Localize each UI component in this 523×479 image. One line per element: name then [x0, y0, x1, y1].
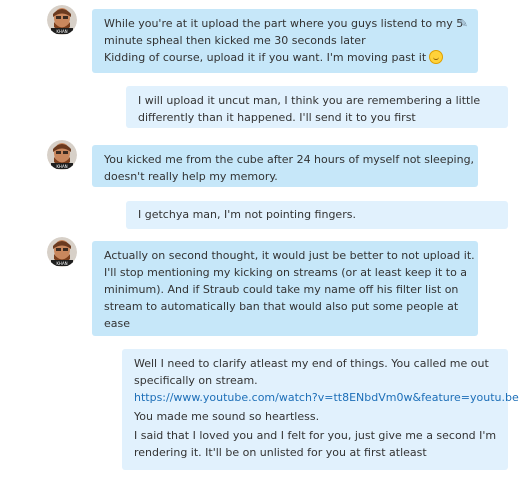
message-text: I said that I loved you and I felt for y…	[134, 429, 497, 442]
message-text: differently than it happened. I'll send …	[138, 111, 416, 124]
message-text: rendering it. It'll be on unlisted for y…	[134, 446, 427, 459]
message-bubble-outgoing[interactable]: Well I need to clarify atleast my end of…	[122, 349, 519, 470]
message-text: You kicked me from the cube after 24 hou…	[104, 153, 475, 166]
contact-avatar[interactable]: KHAN	[47, 5, 77, 35]
contact-avatar[interactable]: KHAN	[47, 237, 77, 267]
smile-emoticon-icon	[429, 50, 444, 64]
message-text: specifically on stream.	[134, 374, 258, 387]
edit-icon[interactable]: ✎	[459, 15, 468, 32]
contact-avatar[interactable]: KHAN	[47, 140, 77, 170]
message-bubble-incoming[interactable]: Actually on second thought, it would jus…	[92, 241, 478, 336]
message-bubble-incoming[interactable]: ✎ While you're at it upload the part whe…	[92, 9, 478, 73]
message-text: I getchya man, I'm not pointing fingers.	[138, 208, 356, 221]
message-text: Actually on second thought, it would jus…	[104, 249, 475, 262]
message-bubble-outgoing[interactable]: I getchya man, I'm not pointing fingers.	[126, 201, 508, 229]
message-text: I'll stop mentioning my kicking on strea…	[104, 266, 468, 279]
svg-text:KHAN: KHAN	[56, 261, 67, 266]
message-text: You made me sound so heartless.	[134, 410, 320, 423]
message-bubble-outgoing[interactable]: I will upload it uncut man, I think you …	[126, 86, 508, 128]
svg-text:KHAN: KHAN	[56, 29, 67, 34]
message-text: stream to automatically ban that would a…	[104, 300, 459, 313]
message-text: I will upload it uncut man, I think you …	[138, 94, 481, 107]
message-text: Well I need to clarify atleast my end of…	[134, 357, 489, 370]
message-text: minute spheal then kicked me 30 seconds …	[104, 34, 366, 47]
message-text: ease	[104, 317, 131, 330]
message-text: While you're at it upload the part where…	[104, 17, 464, 30]
youtube-link[interactable]: https://www.youtube.com/watch?v=tt8ENbdV…	[134, 389, 519, 406]
message-text: minimum). And if Straub could take my na…	[104, 283, 459, 296]
message-text: doesn't really help my memory.	[104, 170, 278, 183]
message-bubble-incoming[interactable]: You kicked me from the cube after 24 hou…	[92, 145, 478, 187]
message-text: Kidding of course, upload it if you want…	[104, 49, 468, 66]
svg-text:KHAN: KHAN	[56, 164, 67, 169]
